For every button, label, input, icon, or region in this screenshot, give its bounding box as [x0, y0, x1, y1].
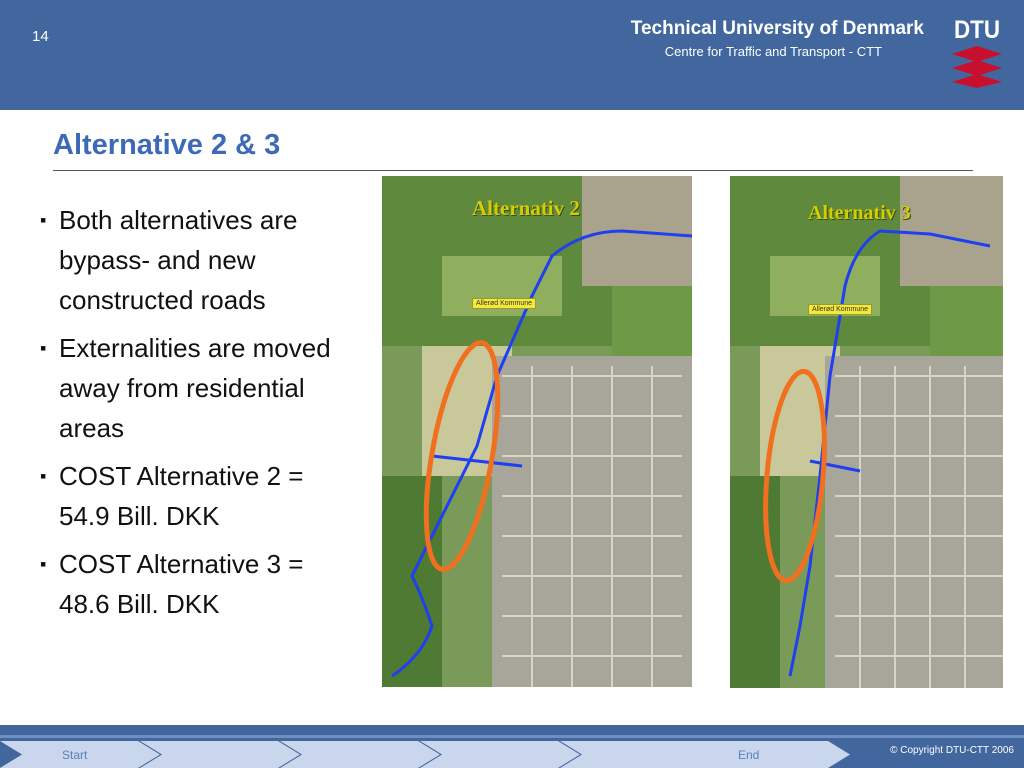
nav-section-button[interactable] — [560, 741, 720, 768]
nav-section-button[interactable] — [140, 741, 300, 768]
slide-navigation-bar: Start End — [0, 741, 850, 768]
nav-start-button[interactable]: Start — [0, 741, 160, 768]
bullet-item: Externalities are moved away from reside… — [40, 328, 340, 448]
bullet-list: Both alternatives are bypass- and new co… — [40, 200, 340, 632]
alternative-2-aerial-image — [382, 176, 692, 687]
copyright-text: © Copyright DTU-CTT 2006 — [890, 745, 1014, 756]
bullet-item: COST Alternative 3 = 48.6 Bill. DKK — [40, 544, 340, 624]
slide-title: Alternative 2 & 3 — [53, 129, 281, 161]
town-label: Allerød Kommune — [472, 298, 537, 309]
dtu-logo: DTU — [952, 16, 1002, 88]
nav-start-label: Start — [62, 747, 88, 762]
alternative-2-map: Alternativ 2 Allerød Kommune — [382, 176, 692, 687]
town-label: Allerød Kommune — [808, 304, 873, 315]
page-number: 14 — [32, 28, 49, 45]
dtu-logo-text: DTU — [954, 16, 1000, 44]
alternative-3-map: Alternativ 3 Allerød Kommune — [730, 176, 1003, 688]
bullet-item: COST Alternative 2 = 54.9 Bill. DKK — [40, 456, 340, 536]
university-name: Technical University of Denmark — [630, 18, 924, 39]
nav-section-button[interactable] — [420, 741, 580, 768]
alternative-2-label: Alternativ 2 — [472, 196, 580, 220]
alternative-3-aerial-image — [730, 176, 1003, 688]
slide-header: 14 Technical University of Denmark Centr… — [0, 0, 1024, 110]
nav-section-button[interactable] — [280, 741, 440, 768]
title-divider — [53, 170, 973, 171]
alternative-3-label: Alternativ 3 — [808, 202, 911, 224]
bullet-item: Both alternatives are bypass- and new co… — [40, 200, 340, 320]
nav-end-label: End — [738, 747, 760, 762]
footer-divider — [0, 735, 1024, 738]
nav-end-button[interactable]: End — [690, 741, 850, 768]
centre-name: Centre for Traffic and Transport - CTT — [664, 44, 882, 59]
